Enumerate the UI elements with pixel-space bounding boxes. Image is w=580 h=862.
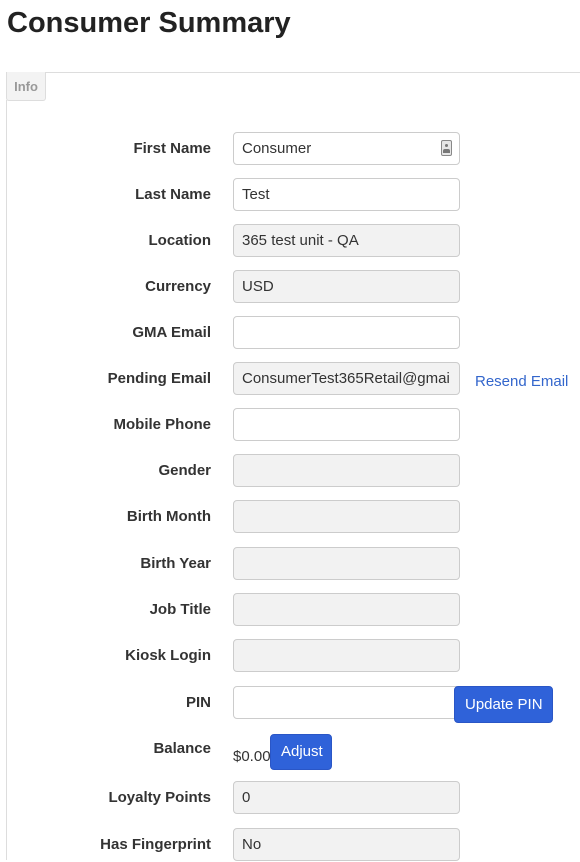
mobile-phone-field[interactable] [233, 408, 460, 441]
tab-info[interactable]: Info [6, 72, 46, 101]
job-title-field [233, 593, 460, 626]
gender-row: Gender [7, 454, 580, 488]
job-title-row: Job Title [7, 593, 580, 627]
location-field: 365 test unit - QA [233, 224, 460, 257]
mobile-phone-label: Mobile Phone [113, 416, 212, 433]
pending-email-row: Pending Email ConsumerTest365Retail@gmai… [7, 362, 580, 396]
last-name-field[interactable]: Test [233, 178, 460, 211]
birth-month-field [233, 500, 460, 533]
tab-strip [6, 72, 580, 73]
loyalty-points-row: Loyalty Points 0 [7, 781, 580, 815]
first-name-field[interactable]: Consumer [233, 132, 460, 165]
update-pin-button[interactable]: Update PIN [454, 686, 553, 723]
birth-month-label: Birth Month [126, 508, 211, 525]
pin-field[interactable] [233, 686, 460, 719]
birth-year-label: Birth Year [140, 555, 211, 572]
has-fingerprint-row: Has Fingerprint No [7, 828, 580, 862]
gma-email-field[interactable] [233, 316, 460, 349]
birth-year-row: Birth Year [7, 547, 580, 581]
kiosk-login-row: Kiosk Login [7, 639, 580, 673]
pin-row: PIN Update PIN [7, 686, 580, 723]
last-name-label: Last Name [135, 186, 211, 203]
first-name-row: First Name Consumer [7, 132, 580, 166]
gender-label: Gender [158, 462, 211, 479]
kiosk-login-field [233, 639, 460, 672]
location-row: Location 365 test unit - QA [7, 224, 580, 258]
first-name-value: Consumer [242, 140, 312, 157]
page-title: Consumer Summary [7, 7, 291, 39]
currency-field: USD [233, 270, 460, 303]
info-panel: First Name Consumer Last Name Test Locat… [6, 100, 580, 862]
kiosk-login-label: Kiosk Login [125, 647, 211, 664]
gender-field [233, 454, 460, 487]
currency-row: Currency USD [7, 270, 580, 304]
mobile-phone-row: Mobile Phone [7, 408, 580, 442]
first-name-label: First Name [133, 140, 211, 157]
location-label: Location [148, 232, 212, 249]
pin-label: PIN [185, 694, 211, 711]
loyalty-points-label: Loyalty Points [108, 789, 211, 806]
balance-value: $0.00 [233, 748, 271, 765]
gma-email-row: GMA Email [7, 316, 580, 350]
has-fingerprint-label: Has Fingerprint [100, 836, 211, 853]
birth-year-field [233, 547, 460, 580]
birth-month-row: Birth Month [7, 500, 580, 534]
has-fingerprint-field: No [233, 828, 460, 861]
adjust-balance-button[interactable]: Adjust [270, 734, 332, 770]
loyalty-points-field: 0 [233, 781, 460, 814]
contact-card-icon[interactable] [441, 140, 452, 156]
job-title-label: Job Title [149, 601, 211, 618]
currency-label: Currency [145, 278, 211, 295]
resend-email-link[interactable]: Resend Email [475, 362, 568, 396]
gma-email-label: GMA Email [132, 324, 211, 341]
balance-label: Balance [153, 740, 211, 757]
last-name-row: Last Name Test [7, 178, 580, 212]
pending-email-field: ConsumerTest365Retail@gmai [233, 362, 460, 395]
balance-row: Balance $0.00 Adjust [7, 732, 580, 770]
pending-email-label: Pending Email [107, 370, 211, 387]
